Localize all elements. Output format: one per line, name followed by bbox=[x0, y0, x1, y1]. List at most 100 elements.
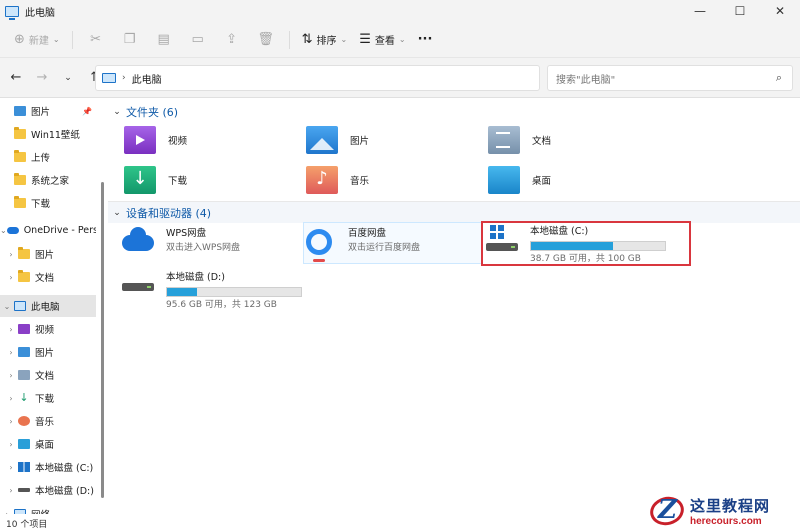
folder-tile-documents[interactable]: 文档 bbox=[472, 121, 652, 159]
sort-button[interactable]: ⇅ 排序 ⌄ bbox=[296, 27, 354, 53]
chevron-down-icon[interactable]: ⌄ bbox=[0, 226, 7, 235]
tile-label: 下载 bbox=[168, 176, 188, 187]
usage-fill bbox=[167, 288, 197, 296]
recent-locations-button[interactable]: ⌄ bbox=[56, 66, 80, 90]
more-options-button[interactable]: ··· bbox=[412, 27, 439, 53]
folder-tile-videos[interactable]: 视频 bbox=[108, 121, 288, 159]
delete-button[interactable]: 🗑 bbox=[249, 27, 283, 53]
devices-group-header[interactable]: ⌄ 设备和驱动器 (4) bbox=[108, 201, 800, 223]
sidebar-item-drive-c[interactable]: › 本地磁盘 (C:) bbox=[0, 456, 96, 478]
pictures-icon bbox=[14, 106, 26, 116]
arrow-left-icon: ← bbox=[10, 70, 22, 85]
view-button[interactable]: ☰ 查看 ⌄ bbox=[353, 27, 411, 53]
chevron-down-icon: ⌄ bbox=[113, 107, 121, 117]
trash-icon: 🗑 bbox=[257, 32, 274, 47]
sidebar-item-pictures-quick[interactable]: 图片 📌 bbox=[0, 100, 96, 122]
view-list-icon: ☰ bbox=[359, 32, 371, 47]
search-placeholder: 搜索"此电脑" bbox=[556, 74, 616, 86]
forward-button[interactable]: → bbox=[30, 66, 54, 90]
copy-button[interactable]: ❐ bbox=[113, 27, 147, 53]
paste-button[interactable]: ▤ bbox=[147, 27, 181, 53]
toolbar-divider bbox=[71, 30, 73, 49]
sidebar-item-documents[interactable]: › 文档 bbox=[0, 364, 96, 386]
window-controls: — ☐ ✕ bbox=[680, 0, 800, 22]
new-label: 新建 bbox=[28, 36, 49, 47]
chevron-right-icon[interactable]: › bbox=[4, 440, 18, 449]
chevron-right-icon: › bbox=[122, 73, 126, 83]
sidebar-item-label: 图片 bbox=[31, 107, 51, 118]
chevron-right-icon[interactable]: › bbox=[4, 486, 18, 495]
sidebar-item-onedrive-documents[interactable]: › 文档 bbox=[0, 266, 96, 288]
search-icon: ⌕ bbox=[775, 71, 782, 84]
sidebar-item-label: 下载 bbox=[31, 199, 51, 210]
z-logo-icon: Z bbox=[646, 493, 688, 529]
device-tile-wps-cloud[interactable]: WPS网盘 双击进入WPS网盘 bbox=[108, 225, 288, 267]
scissors-icon: ✂ bbox=[90, 32, 102, 47]
sidebar-scrollbar[interactable] bbox=[101, 182, 104, 498]
chevron-right-icon[interactable]: › bbox=[4, 371, 18, 380]
sidebar-item-system-home[interactable]: 系统之家 bbox=[0, 169, 96, 191]
chevron-right-icon[interactable]: › bbox=[4, 250, 18, 259]
close-button[interactable]: ✕ bbox=[760, 0, 800, 22]
chevron-down-icon: ⌄ bbox=[398, 35, 406, 44]
navigation-pane: 图片 📌 Win11壁纸 上传 系统之家 下载 ⌄ OneDrive - Per… bbox=[0, 98, 103, 514]
drive-d-usage-bar bbox=[166, 287, 302, 297]
sidebar-item-win11-wallpaper[interactable]: Win11壁纸 bbox=[0, 123, 96, 145]
cut-button[interactable]: ✂ bbox=[79, 27, 113, 53]
new-button[interactable]: ⊕ 新建 ⌄ bbox=[8, 27, 66, 53]
sidebar-item-downloads-quick[interactable]: 下载 bbox=[0, 192, 96, 214]
chevron-right-icon[interactable]: › bbox=[4, 463, 18, 472]
site-watermark: Z 这里教程网 herecours.com bbox=[646, 490, 800, 532]
search-input[interactable]: 搜索"此电脑" ⌕ bbox=[547, 65, 793, 91]
folder-icon bbox=[14, 150, 26, 162]
chevron-right-icon[interactable]: › bbox=[4, 417, 18, 426]
folders-group-header[interactable]: ⌄ 文件夹 (6) bbox=[108, 101, 800, 123]
folder-tile-desktop[interactable]: 桌面 bbox=[472, 161, 652, 199]
sidebar-item-upload[interactable]: 上传 bbox=[0, 146, 96, 168]
sidebar-item-label: 文档 bbox=[35, 273, 55, 284]
device-tile-baidu-netdisk[interactable]: 百度网盘 双击运行百度网盘 bbox=[290, 225, 470, 267]
plus-circle-icon: ⊕ bbox=[14, 32, 25, 47]
folder-tile-pictures[interactable]: 图片 bbox=[290, 121, 470, 159]
pc-icon bbox=[102, 73, 116, 83]
sidebar-item-onedrive-pictures[interactable]: › 图片 bbox=[0, 243, 96, 265]
chevron-down-icon[interactable]: ⌄ bbox=[0, 302, 14, 311]
share-icon: ⇪ bbox=[226, 32, 238, 47]
maximize-button[interactable]: ☐ bbox=[720, 0, 760, 22]
device-name: 百度网盘 bbox=[348, 228, 387, 239]
chevron-right-icon[interactable]: › bbox=[4, 394, 18, 403]
documents-icon bbox=[18, 370, 30, 380]
folder-icon bbox=[18, 270, 30, 282]
sort-arrows-icon: ⇅ bbox=[301, 32, 313, 47]
back-button[interactable]: ← bbox=[4, 66, 28, 90]
sidebar-item-onedrive[interactable]: ⌄ OneDrive - Pers bbox=[0, 219, 96, 241]
watermark-cn: 这里教程网 bbox=[690, 497, 771, 515]
rename-button[interactable]: ▭ bbox=[181, 27, 215, 53]
sidebar-item-music[interactable]: › 音乐 bbox=[0, 410, 96, 432]
sidebar-item-videos[interactable]: › 视频 bbox=[0, 318, 96, 340]
sidebar-item-this-pc[interactable]: ⌄ 此电脑 bbox=[0, 295, 96, 317]
drive-free-space: 95.6 GB 可用，共 123 GB bbox=[166, 300, 277, 310]
navigation-row: ← → ⌄ ↑ › 此电脑 搜索"此电脑" ⌕ bbox=[0, 58, 800, 98]
share-button[interactable]: ⇪ bbox=[215, 27, 249, 53]
chevron-right-icon[interactable]: › bbox=[4, 273, 18, 282]
address-bar[interactable]: › 此电脑 bbox=[95, 65, 540, 91]
sidebar-item-downloads[interactable]: › ↓ 下载 bbox=[0, 387, 96, 409]
sidebar-item-label: 本地磁盘 (C:) bbox=[35, 463, 94, 474]
chevron-down-icon: ⌄ bbox=[52, 35, 60, 44]
chevron-right-icon[interactable]: › bbox=[4, 325, 18, 334]
minimize-button[interactable]: — bbox=[680, 0, 720, 22]
folder-tile-music[interactable]: 音乐 bbox=[290, 161, 470, 199]
device-tile-drive-d[interactable]: 本地磁盘 (D:) 95.6 GB 可用，共 123 GB bbox=[108, 269, 308, 311]
clipboard-icon: ▤ bbox=[157, 32, 170, 47]
sidebar-item-pictures[interactable]: › 图片 bbox=[0, 341, 96, 363]
drive-icon bbox=[120, 269, 156, 303]
watermark-en: herecours.com bbox=[690, 516, 762, 527]
folder-tile-downloads[interactable]: 下载 bbox=[108, 161, 288, 199]
sidebar-item-desktop[interactable]: › 桌面 bbox=[0, 433, 96, 455]
sidebar-item-label: 视频 bbox=[35, 325, 55, 336]
device-name: 本地磁盘 (D:) bbox=[166, 272, 225, 283]
sidebar-item-drive-d[interactable]: › 本地磁盘 (D:) bbox=[0, 479, 96, 501]
sidebar-item-network[interactable]: › 网络 bbox=[0, 503, 96, 514]
chevron-right-icon[interactable]: › bbox=[4, 348, 18, 357]
